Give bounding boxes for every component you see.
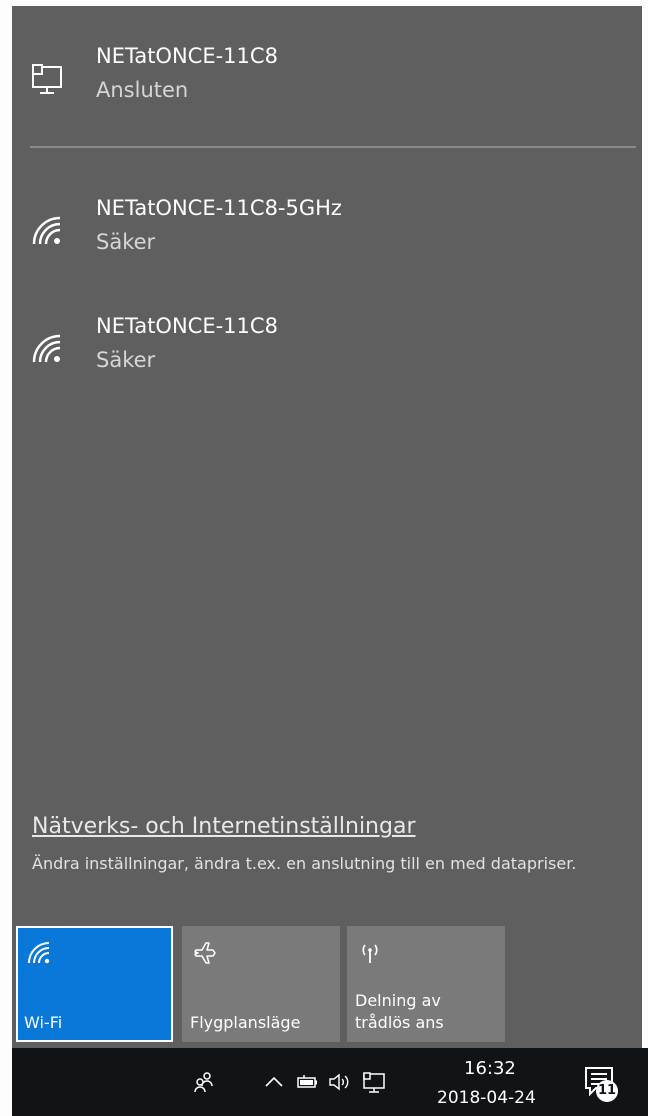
tile-label: Delning av trådlös ans xyxy=(355,991,444,1032)
ethernet-computer-icon xyxy=(32,64,62,94)
network-item-5ghz[interactable]: NETatONCE-11C8-5GHz Säker xyxy=(12,194,642,284)
battery-icon[interactable] xyxy=(295,1070,319,1094)
network-status: Ansluten xyxy=(96,78,189,102)
network-icon[interactable] xyxy=(362,1070,386,1094)
network-settings-description: Ändra inställningar, ändra t.ex. en ansl… xyxy=(32,854,577,873)
network-name: NETatONCE-11C8 xyxy=(96,314,278,338)
network-item-24ghz[interactable]: NETatONCE-11C8 Säker xyxy=(12,312,642,402)
network-settings-link[interactable]: Nätverks- och Internetinställningar xyxy=(32,814,416,839)
action-center-button[interactable]: 11 xyxy=(582,1064,622,1104)
airplane-mode-tile[interactable]: Flygplansläge xyxy=(182,926,340,1042)
network-flyout: NETatONCE-11C8 Ansluten NETatONCE-11C8-5… xyxy=(12,6,642,1048)
divider xyxy=(30,146,636,148)
mobile-hotspot-tile[interactable]: Delning av trådlös ans xyxy=(347,926,505,1042)
wifi-toggle-tile[interactable]: Wi-Fi xyxy=(16,926,173,1042)
hotspot-icon xyxy=(362,944,378,963)
screen: NETatONCE-11C8 Ansluten NETatONCE-11C8-5… xyxy=(0,0,648,1116)
tile-label: Flygplansläge xyxy=(190,1013,301,1032)
clock-time[interactable]: 16:32 xyxy=(464,1058,516,1079)
network-status: Säker xyxy=(96,230,156,254)
network-item-connected[interactable]: NETatONCE-11C8 Ansluten xyxy=(12,42,642,132)
wifi-signal-icon xyxy=(32,334,61,363)
network-status: Säker xyxy=(96,348,156,372)
chevron-up-icon[interactable] xyxy=(262,1070,286,1094)
clock-date[interactable]: 2018-04-24 xyxy=(437,1088,536,1108)
people-icon[interactable] xyxy=(192,1070,216,1094)
airplane-icon xyxy=(194,942,216,964)
taskbar: 16:32 2018-04-24 11 xyxy=(12,1048,648,1116)
tile-label: Wi-Fi xyxy=(24,1013,63,1032)
volume-icon[interactable] xyxy=(327,1070,351,1094)
wifi-signal-icon xyxy=(32,216,61,245)
wifi-icon xyxy=(28,942,50,964)
network-name: NETatONCE-11C8 xyxy=(96,44,278,68)
notification-count-badge: 11 xyxy=(596,1080,618,1102)
network-name: NETatONCE-11C8-5GHz xyxy=(96,196,342,220)
